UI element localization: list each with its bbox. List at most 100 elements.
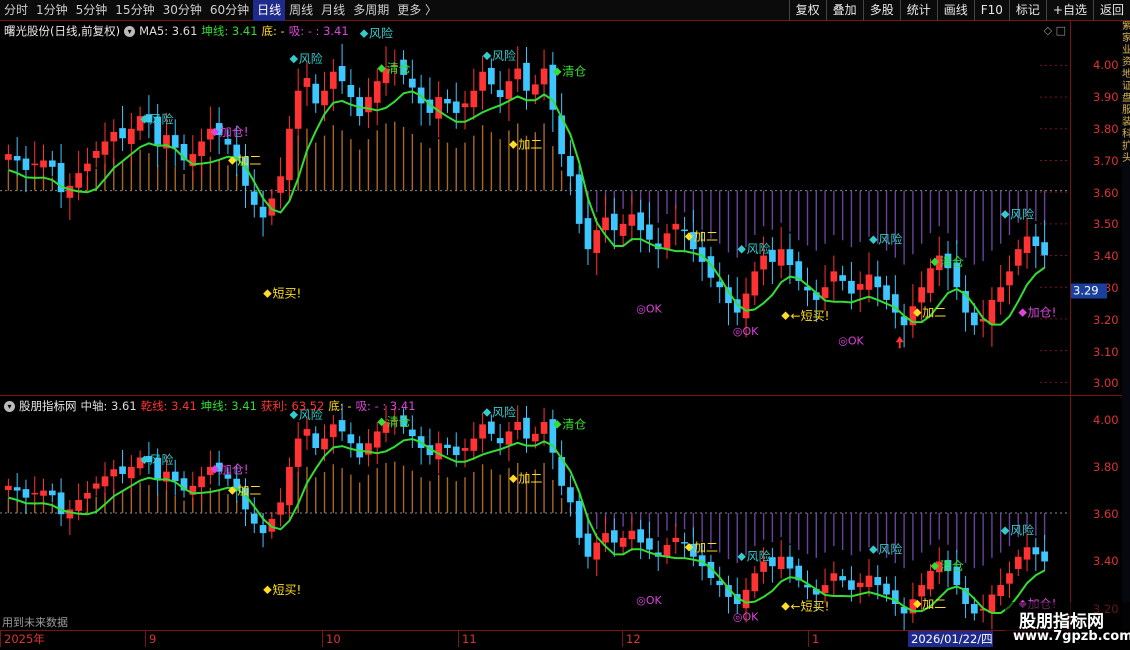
candle-body xyxy=(347,434,355,444)
candle-body xyxy=(997,585,1005,596)
ok-label: ◎OK xyxy=(636,594,662,607)
candle-body xyxy=(505,431,513,445)
candle-body xyxy=(672,223,680,230)
candle-body xyxy=(856,284,864,290)
tool-button-3[interactable]: 统计 xyxy=(899,0,937,21)
candle-body xyxy=(540,422,548,434)
candle-body xyxy=(127,466,135,479)
candle-body xyxy=(294,90,302,129)
y-tick-label: 3.60 xyxy=(1093,185,1119,200)
sub-indicators: 中轴: 3.61 乾线: 3.41 坤线: 3.41 获利: 63.52 底: - 吸: … xyxy=(81,398,420,414)
candle-body xyxy=(523,417,530,439)
indicator-panel[interactable]: 风险加二风险清仓风险加二清仓加二风险←短买!风险清仓加二风险加仓!短买!加仓!◎… xyxy=(0,396,1070,630)
candle-body xyxy=(1014,249,1022,266)
candle-body xyxy=(918,287,926,303)
signal-label: 加仓! xyxy=(220,125,249,139)
candle-body xyxy=(321,90,328,106)
candle-body xyxy=(48,490,56,496)
signal-marker xyxy=(263,289,272,298)
tab-period-8[interactable]: 月线 xyxy=(317,0,349,21)
candle-body xyxy=(988,299,996,325)
signal-label: 清仓 xyxy=(940,255,964,269)
tab-period-7[interactable]: 周线 xyxy=(285,0,317,21)
watermark-url: www.7gpzb.com xyxy=(1013,629,1130,644)
candle-body xyxy=(303,78,311,87)
candle-body xyxy=(602,533,609,543)
candle-body xyxy=(874,577,882,586)
candle-body xyxy=(971,312,978,326)
settings-icon[interactable]: ▾ xyxy=(124,25,136,37)
indicator-2: 底: - xyxy=(261,24,285,38)
tool-button-1[interactable]: 叠加 xyxy=(825,0,863,21)
tab-period-0[interactable]: 分时 xyxy=(0,0,32,21)
candle-body xyxy=(171,135,179,148)
indicator-0: MA5: 3.61 xyxy=(139,24,198,38)
candle-body xyxy=(830,573,838,581)
sub-title: 股朋指标网 xyxy=(19,399,77,413)
candle-body xyxy=(681,229,688,232)
candle-body xyxy=(874,276,882,288)
tool-button-6[interactable]: 标记 xyxy=(1008,0,1046,21)
tab-period-4[interactable]: 30分钟 xyxy=(159,0,206,21)
signal-label: 加二 xyxy=(694,540,718,554)
candle-body xyxy=(5,485,12,491)
candle-body xyxy=(250,191,258,205)
candle-body xyxy=(259,206,267,218)
candle-body xyxy=(865,575,873,587)
candle-body xyxy=(988,594,996,613)
time-label: 1 xyxy=(808,631,819,647)
candle-body xyxy=(461,448,469,451)
signal-label: 加二 xyxy=(237,484,261,498)
settings-icon[interactable]: ▾ xyxy=(4,400,15,412)
candle-body xyxy=(198,141,205,157)
indicator-chart[interactable]: 风险加二风险清仓风险加二清仓加二风险←短买!风险清仓加二风险加仓!短买!加仓!◎… xyxy=(0,396,1070,630)
tab-period-10[interactable]: 更多 〉 xyxy=(393,0,441,21)
tool-button-5[interactable]: F10 xyxy=(973,0,1009,21)
period-tabs: 分时 1分钟 5分钟 15分钟 30分钟 60分钟 日线 周线 月线 多周期 更多 〉 xyxy=(0,0,441,21)
candlestick-chart[interactable]: 风险加二风险风险清仓风险加二清仓加二风险←短买!风险清仓加二风险加仓!短买!加仓… xyxy=(0,21,1070,395)
tool-button-8[interactable]: 返回 xyxy=(1092,0,1130,21)
panel-corner-icons[interactable]: ◇ □ xyxy=(1044,24,1066,37)
candle-body xyxy=(470,438,478,451)
tool-button-0[interactable]: 复权 xyxy=(788,0,826,21)
main-chart-panel[interactable]: 风险 加二 风险 风险 清仓 风险 加二 清仓 加二 风险 ←短买! 风险 清仓 加二 风险 加仓! 短买! 加仓… xyxy=(0,21,1070,395)
tool-button-7[interactable]: +自选 xyxy=(1045,0,1093,21)
candle-body xyxy=(821,585,829,594)
main-info-line: 曙光股份(日线,前复权) ▾ MA5: 3.61 坤线: 3.41 底: - 吸: -… xyxy=(4,23,357,39)
candle-body xyxy=(312,83,320,104)
tab-period-5[interactable]: 60分钟 xyxy=(206,0,253,21)
y-tick-label: 3.70 xyxy=(1093,153,1119,168)
signal-label: 风险 xyxy=(369,26,393,41)
toolbar: 分时 1分钟 5分钟 15分钟 30分钟 60分钟 日线 周线 月线 多周期 更多 〉 复权 叠加 多股… xyxy=(0,0,1130,21)
candle-body xyxy=(312,433,320,448)
candle-body xyxy=(84,492,91,499)
tab-period-9[interactable]: 多周期 xyxy=(349,0,393,21)
signal-label: 加仓! xyxy=(1028,306,1057,320)
tool-button-4[interactable]: 画线 xyxy=(936,0,974,21)
candle-body xyxy=(1023,236,1031,254)
right-strip: 紫家业资地证盘服装科扩头 xyxy=(1122,21,1130,630)
candle-body xyxy=(531,84,539,95)
tab-period-1[interactable]: 1分钟 xyxy=(32,0,72,21)
main-title: 曙光股份(日线,前复权) xyxy=(4,24,121,38)
candle-body xyxy=(531,433,539,442)
tool-button-2[interactable]: 多股 xyxy=(862,0,900,21)
y-tick-label: 3.00 xyxy=(1093,376,1119,391)
tab-period-3[interactable]: 15分钟 xyxy=(111,0,158,21)
signal-label: 风险 xyxy=(150,111,174,126)
candle-body xyxy=(593,542,601,560)
candle-body xyxy=(628,530,636,540)
candle-body xyxy=(646,224,653,240)
candle-body xyxy=(786,249,794,266)
sub-info-line: ▾ 股朋指标网 中轴: 3.61 乾线: 3.41 坤线: 3.41 获利: 63.5… xyxy=(4,398,424,414)
candle-body xyxy=(927,268,934,293)
signal-marker xyxy=(289,54,299,64)
tab-period-2[interactable]: 5分钟 xyxy=(72,0,112,21)
candle-body xyxy=(496,438,504,444)
candle-body xyxy=(856,582,864,587)
tab-period-6[interactable]: 日线 xyxy=(253,0,286,21)
candle-body xyxy=(742,293,750,319)
candle-body xyxy=(523,62,530,91)
candle-body xyxy=(119,128,126,139)
candle-body xyxy=(663,233,671,250)
